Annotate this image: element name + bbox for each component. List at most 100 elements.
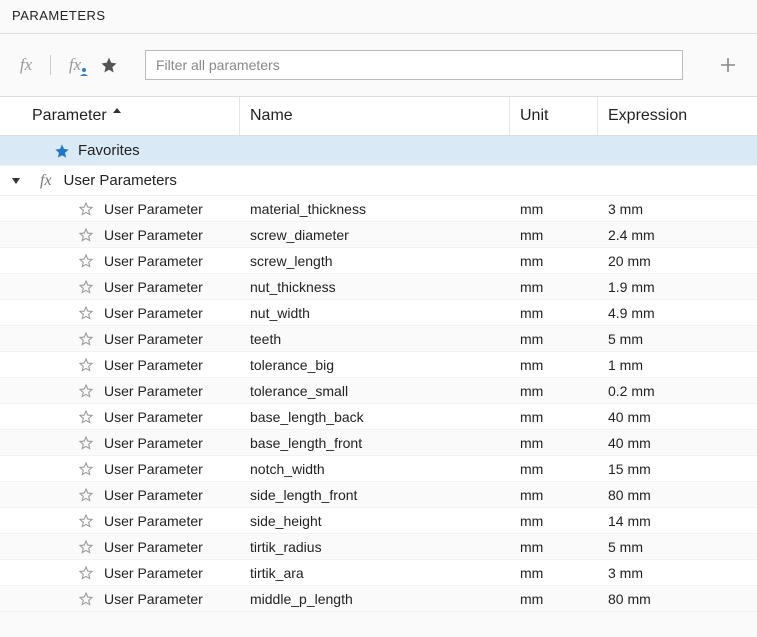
row-unit: mm — [510, 331, 598, 347]
star-outline-icon[interactable] — [78, 357, 94, 373]
star-outline-icon[interactable] — [78, 409, 94, 425]
row-expression: 14 mm — [598, 513, 757, 529]
star-outline-icon[interactable] — [78, 253, 94, 269]
row-type-label: User Parameter — [104, 253, 203, 269]
row-name: tolerance_small — [240, 383, 510, 399]
star-outline-icon[interactable] — [78, 227, 94, 243]
row-expression: 5 mm — [598, 331, 757, 347]
row-type-label: User Parameter — [104, 331, 203, 347]
star-filter-icon[interactable] — [97, 53, 121, 77]
column-header-unit[interactable]: Unit — [510, 97, 598, 135]
column-header-parameter[interactable]: Parameter — [0, 97, 240, 135]
row-expression: 4.9 mm — [598, 305, 757, 321]
row-type-label: User Parameter — [104, 461, 203, 477]
row-unit: mm — [510, 487, 598, 503]
row-type-label: User Parameter — [104, 227, 203, 243]
column-header-expression[interactable]: Expression — [598, 97, 757, 135]
table-row[interactable]: User Parameterside_length_frontmm80 mm — [0, 482, 757, 508]
row-unit: mm — [510, 539, 598, 555]
star-outline-icon[interactable] — [78, 513, 94, 529]
row-unit: mm — [510, 591, 598, 607]
favorites-section-row[interactable]: Favorites — [0, 136, 757, 166]
row-type-label: User Parameter — [104, 487, 203, 503]
table-row[interactable]: User Parameterscrew_lengthmm20 mm — [0, 248, 757, 274]
table-row[interactable]: User Parameter tirtik_aramm3 mm — [0, 560, 757, 586]
grid-header: Parameter Name Unit Expression — [0, 97, 757, 136]
star-outline-icon[interactable] — [78, 539, 94, 555]
row-unit: mm — [510, 513, 598, 529]
row-expression: 15 mm — [598, 461, 757, 477]
star-outline-icon[interactable] — [78, 331, 94, 347]
star-outline-icon[interactable] — [78, 305, 94, 321]
star-outline-icon[interactable] — [78, 279, 94, 295]
row-name: tirtik_ara — [240, 565, 510, 581]
table-row[interactable]: User Parameternotch_widthmm15 mm — [0, 456, 757, 482]
table-row[interactable]: User Parameter nut_widthmm4.9 mm — [0, 300, 757, 326]
row-name: tirtik_radius — [240, 539, 510, 555]
row-name: material_thickness — [240, 201, 510, 217]
table-row[interactable]: User Parameter side_heightmm14 mm — [0, 508, 757, 534]
row-type-label: User Parameter — [104, 201, 203, 217]
row-type-label: User Parameter — [104, 513, 203, 529]
row-expression: 3 mm — [598, 201, 757, 217]
row-unit: mm — [510, 201, 598, 217]
row-unit: mm — [510, 409, 598, 425]
table-row[interactable]: User Parametermiddle_p_lengthmm80 mm — [0, 586, 757, 612]
toolbar-separator — [50, 55, 51, 75]
row-unit: mm — [510, 305, 598, 321]
fx-icon[interactable]: fx — [14, 53, 38, 77]
row-expression: 2.4 mm — [598, 227, 757, 243]
row-name: side_height — [240, 513, 510, 529]
row-name: middle_p_length — [240, 591, 510, 607]
star-outline-icon[interactable] — [78, 201, 94, 217]
row-type-label: User Parameter — [104, 305, 203, 321]
table-row[interactable]: User Parameterbase_length_frontmm40 mm — [0, 430, 757, 456]
row-name: teeth — [240, 331, 510, 347]
row-expression: 1 mm — [598, 357, 757, 373]
star-outline-icon[interactable] — [78, 383, 94, 399]
star-outline-icon[interactable] — [78, 461, 94, 477]
row-type-label: User Parameter — [104, 357, 203, 373]
star-outline-icon[interactable] — [78, 591, 94, 607]
column-header-parameter-label: Parameter — [32, 107, 107, 125]
row-type-label: User Parameter — [104, 539, 203, 555]
row-name: nut_thickness — [240, 279, 510, 295]
filter-input[interactable] — [145, 50, 683, 80]
row-unit: mm — [510, 565, 598, 581]
column-header-name[interactable]: Name — [240, 97, 510, 135]
row-unit: mm — [510, 461, 598, 477]
row-expression: 0.2 mm — [598, 383, 757, 399]
user-parameters-label: User Parameters — [64, 172, 177, 189]
table-row[interactable]: User Parametertirtik_radiusmm5 mm — [0, 534, 757, 560]
row-expression: 80 mm — [598, 591, 757, 607]
row-expression: 80 mm — [598, 487, 757, 503]
row-type-label: User Parameter — [104, 565, 203, 581]
row-unit: mm — [510, 227, 598, 243]
row-name: screw_length — [240, 253, 510, 269]
row-expression: 3 mm — [598, 565, 757, 581]
row-unit: mm — [510, 383, 598, 399]
add-parameter-button[interactable] — [713, 50, 743, 80]
table-row[interactable]: User Parameter teethmm5 mm — [0, 326, 757, 352]
star-outline-icon[interactable] — [78, 487, 94, 503]
star-filled-icon — [54, 143, 70, 159]
table-row[interactable]: User Parameterscrew_diametermm2.4 mm — [0, 222, 757, 248]
table-row[interactable]: User Parametertolerance_smallmm0.2 mm — [0, 378, 757, 404]
star-outline-icon[interactable] — [78, 435, 94, 451]
favorites-label: Favorites — [78, 142, 140, 159]
sort-indicator-icon — [113, 108, 121, 113]
row-unit: mm — [510, 357, 598, 373]
table-row[interactable]: User Parameter material_thicknessmm3 mm — [0, 196, 757, 222]
table-row[interactable]: User Parameternut_thicknessmm1.9 mm — [0, 274, 757, 300]
table-row[interactable]: User Parametertolerance_bigmm1 mm — [0, 352, 757, 378]
row-unit: mm — [510, 435, 598, 451]
row-expression: 20 mm — [598, 253, 757, 269]
fx-user-icon[interactable]: fx — [63, 53, 87, 77]
user-parameters-section-row[interactable]: fx User Parameters — [0, 166, 757, 196]
table-row[interactable]: User Parameterbase_length_backmm40 mm — [0, 404, 757, 430]
row-expression: 40 mm — [598, 435, 757, 451]
star-outline-icon[interactable] — [78, 565, 94, 581]
row-name: base_length_front — [240, 435, 510, 451]
row-name: nut_width — [240, 305, 510, 321]
chevron-down-icon — [12, 178, 20, 184]
